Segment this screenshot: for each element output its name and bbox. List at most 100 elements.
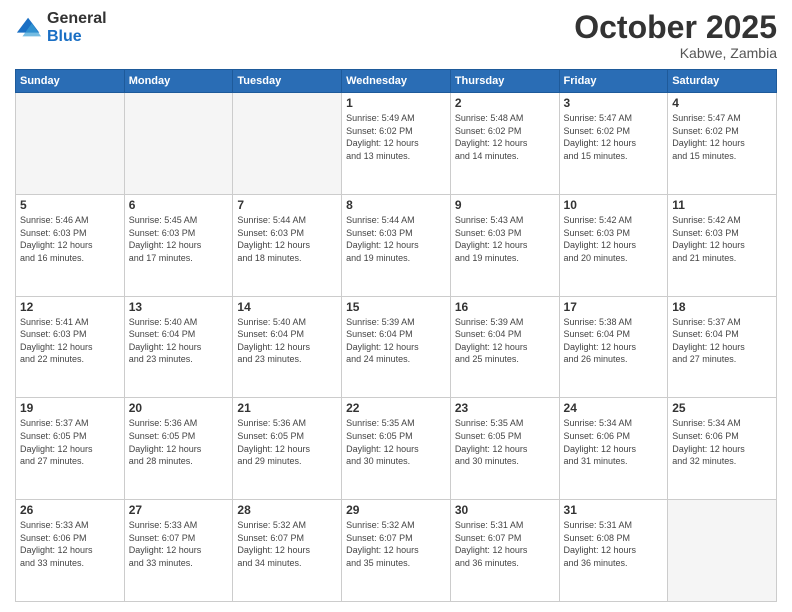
day-info: Sunrise: 5:44 AM Sunset: 6:03 PM Dayligh… <box>346 214 446 264</box>
day-number: 30 <box>455 503 555 517</box>
day-number: 17 <box>564 300 664 314</box>
day-number: 9 <box>455 198 555 212</box>
day-info: Sunrise: 5:43 AM Sunset: 6:03 PM Dayligh… <box>455 214 555 264</box>
table-row: 18 Sunrise: 5:37 AM Sunset: 6:04 PM Dayli… <box>668 296 777 398</box>
day-info: Sunrise: 5:32 AM Sunset: 6:07 PM Dayligh… <box>346 519 446 569</box>
table-row: 4 Sunrise: 5:47 AM Sunset: 6:02 PM Daylig… <box>668 93 777 195</box>
table-row: 14 Sunrise: 5:40 AM Sunset: 6:04 PM Dayli… <box>233 296 342 398</box>
day-info: Sunrise: 5:35 AM Sunset: 6:05 PM Dayligh… <box>455 417 555 467</box>
logo: General Blue <box>15 10 107 45</box>
table-row: 12Sunrise: 5:41 AM Sunset: 6:03 PM Dayli… <box>16 296 125 398</box>
day-number: 29 <box>346 503 446 517</box>
table-row <box>668 500 777 602</box>
logo-blue-text: Blue <box>47 28 107 46</box>
day-info: Sunrise: 5:47 AM Sunset: 6:02 PM Dayligh… <box>672 112 772 162</box>
table-row <box>16 93 125 195</box>
table-row <box>233 93 342 195</box>
day-info: Sunrise: 5:39 AM Sunset: 6:04 PM Dayligh… <box>346 316 446 366</box>
day-info: Sunrise: 5:36 AM Sunset: 6:05 PM Dayligh… <box>237 417 337 467</box>
day-info: Sunrise: 5:47 AM Sunset: 6:02 PM Dayligh… <box>564 112 664 162</box>
day-number: 12 <box>20 300 120 314</box>
calendar-week-row: 12Sunrise: 5:41 AM Sunset: 6:03 PM Dayli… <box>16 296 777 398</box>
day-number: 28 <box>237 503 337 517</box>
day-number: 10 <box>564 198 664 212</box>
table-row <box>124 93 233 195</box>
day-info: Sunrise: 5:31 AM Sunset: 6:08 PM Dayligh… <box>564 519 664 569</box>
day-info: Sunrise: 5:37 AM Sunset: 6:04 PM Dayligh… <box>672 316 772 366</box>
day-number: 26 <box>20 503 120 517</box>
day-number: 18 <box>672 300 772 314</box>
table-row: 15 Sunrise: 5:39 AM Sunset: 6:04 PM Dayli… <box>342 296 451 398</box>
day-info: Sunrise: 5:48 AM Sunset: 6:02 PM Dayligh… <box>455 112 555 162</box>
day-number: 4 <box>672 96 772 110</box>
calendar-header-row: Sunday Monday Tuesday Wednesday Thursday… <box>16 70 777 93</box>
day-info: Sunrise: 5:35 AM Sunset: 6:05 PM Dayligh… <box>346 417 446 467</box>
table-row: 31 Sunrise: 5:31 AM Sunset: 6:08 PM Dayli… <box>559 500 668 602</box>
day-number: 1 <box>346 96 446 110</box>
table-row: 22 Sunrise: 5:35 AM Sunset: 6:05 PM Dayli… <box>342 398 451 500</box>
table-row: 5 Sunrise: 5:46 AM Sunset: 6:03 PM Daylig… <box>16 194 125 296</box>
day-info: Sunrise: 5:33 AM Sunset: 6:07 PM Dayligh… <box>129 519 229 569</box>
day-info: Sunrise: 5:42 AM Sunset: 6:03 PM Dayligh… <box>672 214 772 264</box>
table-row: 6Sunrise: 5:45 AM Sunset: 6:03 PM Daylig… <box>124 194 233 296</box>
col-sunday: Sunday <box>16 70 125 93</box>
day-info: Sunrise: 5:40 AM Sunset: 6:04 PM Dayligh… <box>237 316 337 366</box>
col-monday: Monday <box>124 70 233 93</box>
table-row: 23Sunrise: 5:35 AM Sunset: 6:05 PM Dayli… <box>450 398 559 500</box>
day-info: Sunrise: 5:39 AM Sunset: 6:04 PM Dayligh… <box>455 316 555 366</box>
day-info: Sunrise: 5:34 AM Sunset: 6:06 PM Dayligh… <box>564 417 664 467</box>
calendar-week-row: 26Sunrise: 5:33 AM Sunset: 6:06 PM Dayli… <box>16 500 777 602</box>
logo-text: General Blue <box>47 10 107 45</box>
day-number: 16 <box>455 300 555 314</box>
day-number: 27 <box>129 503 229 517</box>
day-number: 13 <box>129 300 229 314</box>
day-info: Sunrise: 5:37 AM Sunset: 6:05 PM Dayligh… <box>20 417 120 467</box>
table-row: 2 Sunrise: 5:48 AM Sunset: 6:02 PM Daylig… <box>450 93 559 195</box>
day-number: 5 <box>20 198 120 212</box>
location: Kabwe, Zambia <box>574 45 777 61</box>
day-number: 7 <box>237 198 337 212</box>
day-number: 15 <box>346 300 446 314</box>
table-row: 25 Sunrise: 5:34 AM Sunset: 6:06 PM Dayli… <box>668 398 777 500</box>
day-number: 25 <box>672 401 772 415</box>
table-row: 29 Sunrise: 5:32 AM Sunset: 6:07 PM Dayli… <box>342 500 451 602</box>
day-number: 31 <box>564 503 664 517</box>
day-info: Sunrise: 5:36 AM Sunset: 6:05 PM Dayligh… <box>129 417 229 467</box>
table-row: 11 Sunrise: 5:42 AM Sunset: 6:03 PM Dayli… <box>668 194 777 296</box>
calendar-week-row: 5 Sunrise: 5:46 AM Sunset: 6:03 PM Daylig… <box>16 194 777 296</box>
table-row: 16 Sunrise: 5:39 AM Sunset: 6:04 PM Dayli… <box>450 296 559 398</box>
day-info: Sunrise: 5:46 AM Sunset: 6:03 PM Dayligh… <box>20 214 120 264</box>
day-number: 19 <box>20 401 120 415</box>
table-row: 10 Sunrise: 5:42 AM Sunset: 6:03 PM Dayli… <box>559 194 668 296</box>
calendar-table: Sunday Monday Tuesday Wednesday Thursday… <box>15 69 777 602</box>
day-number: 22 <box>346 401 446 415</box>
day-number: 2 <box>455 96 555 110</box>
month-title: October 2025 <box>574 10 777 45</box>
day-info: Sunrise: 5:40 AM Sunset: 6:04 PM Dayligh… <box>129 316 229 366</box>
col-saturday: Saturday <box>668 70 777 93</box>
page: General Blue October 2025 Kabwe, Zambia … <box>0 0 792 612</box>
table-row: 17 Sunrise: 5:38 AM Sunset: 6:04 PM Dayli… <box>559 296 668 398</box>
table-row: 24Sunrise: 5:34 AM Sunset: 6:06 PM Dayli… <box>559 398 668 500</box>
col-tuesday: Tuesday <box>233 70 342 93</box>
header: General Blue October 2025 Kabwe, Zambia <box>15 10 777 61</box>
day-number: 3 <box>564 96 664 110</box>
calendar-week-row: 1Sunrise: 5:49 AM Sunset: 6:02 PM Daylig… <box>16 93 777 195</box>
day-number: 14 <box>237 300 337 314</box>
logo-general-text: General <box>47 10 107 28</box>
table-row: 3 Sunrise: 5:47 AM Sunset: 6:02 PM Daylig… <box>559 93 668 195</box>
day-info: Sunrise: 5:38 AM Sunset: 6:04 PM Dayligh… <box>564 316 664 366</box>
table-row: 30Sunrise: 5:31 AM Sunset: 6:07 PM Dayli… <box>450 500 559 602</box>
day-number: 20 <box>129 401 229 415</box>
table-row: 8Sunrise: 5:44 AM Sunset: 6:03 PM Daylig… <box>342 194 451 296</box>
calendar-week-row: 19 Sunrise: 5:37 AM Sunset: 6:05 PM Dayli… <box>16 398 777 500</box>
day-number: 11 <box>672 198 772 212</box>
table-row: 7Sunrise: 5:44 AM Sunset: 6:03 PM Daylig… <box>233 194 342 296</box>
day-info: Sunrise: 5:34 AM Sunset: 6:06 PM Dayligh… <box>672 417 772 467</box>
table-row: 13 Sunrise: 5:40 AM Sunset: 6:04 PM Dayli… <box>124 296 233 398</box>
table-row: 19 Sunrise: 5:37 AM Sunset: 6:05 PM Dayli… <box>16 398 125 500</box>
day-info: Sunrise: 5:42 AM Sunset: 6:03 PM Dayligh… <box>564 214 664 264</box>
table-row: 21Sunrise: 5:36 AM Sunset: 6:05 PM Dayli… <box>233 398 342 500</box>
table-row: 20 Sunrise: 5:36 AM Sunset: 6:05 PM Dayli… <box>124 398 233 500</box>
table-row: 27 Sunrise: 5:33 AM Sunset: 6:07 PM Dayli… <box>124 500 233 602</box>
